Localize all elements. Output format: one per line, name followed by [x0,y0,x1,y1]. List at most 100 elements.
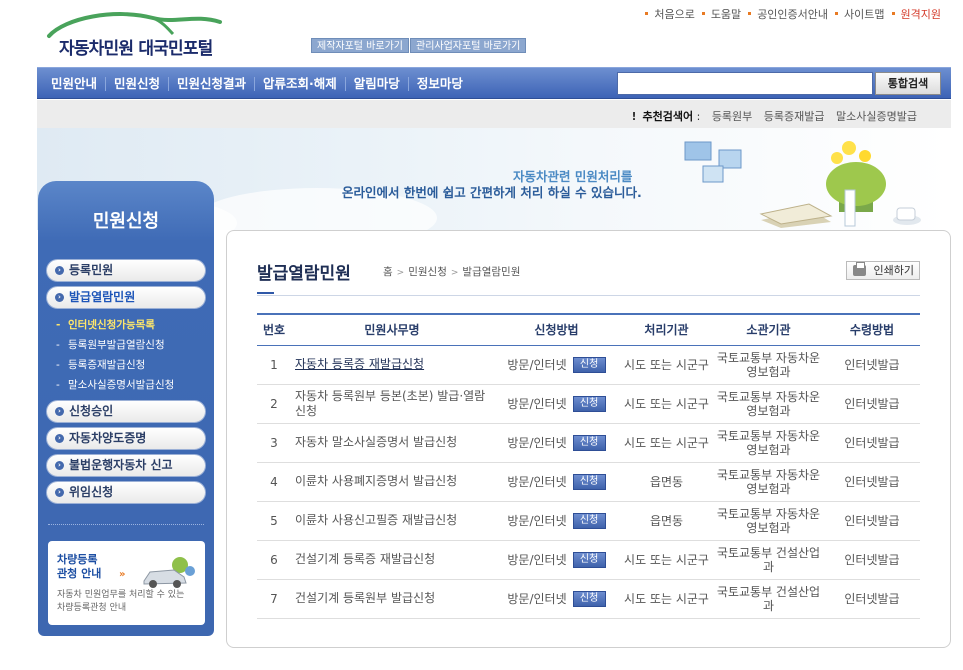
breadcrumb-home[interactable]: 홈 [383,266,393,278]
receipt-method: 인터넷발급 [824,501,920,541]
table-row: 3 자동차 말소사실증명서 발급신청 방문/인터넷 신청 시도 또는 시군구 국토교통부 … [257,423,920,463]
apply-method-cell: 방문/인터넷 신청 [493,423,620,463]
nav-item-guide[interactable]: 민원안내 [43,77,107,91]
responsible-agency: 국토교통부 건설산업과 [713,579,824,619]
chevron-right-icon: > [396,268,405,278]
exclamation-icon: ! [631,110,637,123]
registry-office-promo[interactable]: 차량등록 관청 안내 » 자동차 민원업무를 처리할 수 있는 차량등록관청 안… [48,541,205,625]
apply-method: 방문/인터넷 [507,513,567,528]
receipt-method: 인터넷발급 [824,579,920,619]
search-input[interactable] [617,72,873,95]
service-name: 자동차 등록원부 등본(초본) 발급·열람신청 [291,384,493,424]
site-logo[interactable]: 자동차민원 대국민포털 [45,8,255,59]
responsible-agency: 국토교통부 건설산업과 [713,540,824,580]
sidebar-subitem[interactable]: 말소사실증명서발급신청 [56,375,206,395]
breadcrumb: 홈 > 민원신청 > 발급열람민원 [383,264,520,279]
table-row: 6 건설기계 등록증 재발급신청 방문/인터넷 신청 시도 또는 시군구 국토교통부 건설… [257,540,920,580]
service-name: 이륜차 사용신고필증 재발급신청 [291,501,493,541]
nav-item-apply[interactable]: 민원신청 [106,77,170,91]
recommend-keyword[interactable]: 등록증재발급 [764,110,825,123]
logo-text: 자동차민원 대국민포털 [59,39,213,59]
apply-button[interactable]: 신청 [572,591,606,608]
sidebar-item-label: 위임신청 [69,485,114,499]
apply-method-cell: 방문/인터넷 신청 [493,345,620,385]
sidebar-item-approval[interactable]: › 신청승인 [46,400,206,423]
utility-links: 처음으로 도움말 공인인증서안내 사이트맵 원격지원 [638,6,941,22]
breadcrumb-current: 발급열람민원 [462,266,521,278]
nav-item-notice[interactable]: 알림마당 [346,77,409,91]
apply-button[interactable]: 신청 [572,474,606,491]
util-link-help[interactable]: 도움말 [701,6,741,22]
arrow-bullet-icon: › [55,293,64,302]
apply-button[interactable]: 신청 [572,552,606,569]
recommend-keyword[interactable]: 말소사실증명발급 [836,110,917,123]
apply-method-cell: 방문/인터넷 신청 [493,540,620,580]
responsible-agency: 국토교통부 자동차운영보험과 [713,384,824,424]
util-link-sitemap[interactable]: 사이트맵 [834,6,885,22]
util-link-home[interactable]: 처음으로 [644,6,695,22]
business-portal-link[interactable]: 관리사업자포털 바로가기 [410,38,527,53]
search-button[interactable]: 통합검색 [875,72,941,95]
apply-button[interactable]: 신청 [572,435,606,452]
processing-agency: 읍면동 [620,462,713,502]
sidebar-subitem[interactable]: 등록원부발급열람신청 [56,335,206,355]
table-row: 5 이륜차 사용신고필증 재발급신청 방문/인터넷 신청 읍면동 국토교통부 자동차운영보… [257,501,920,541]
print-button[interactable]: 인쇄하기 [846,261,920,280]
breadcrumb-apply[interactable]: 민원신청 [408,266,447,278]
sidebar-item-registration[interactable]: › 등록민원 [46,259,206,282]
nav-item-info[interactable]: 정보마당 [409,77,471,91]
banner-illustration-icon [684,141,921,228]
apply-method-cell: 방문/인터넷 신청 [493,462,620,502]
chevron-right-icon: > [450,268,459,278]
apply-button[interactable]: 신청 [572,396,606,413]
sidebar-divider [48,524,204,525]
service-name[interactable]: 자동차 등록증 재발급신청 [291,345,493,385]
nav-item-results[interactable]: 민원신청결과 [169,77,256,91]
sidebar-item-label: 발급열람민원 [69,290,136,304]
recommend-label: 추천검색어 [642,110,694,123]
table-row: 1 자동차 등록증 재발급신청 방문/인터넷 신청 시도 또는 시군구 국토교통부 자동차… [257,345,920,385]
recommend-keyword[interactable]: 등록원부 [712,110,752,123]
sidebar-item-label: 등록민원 [69,263,114,277]
receipt-method: 인터넷발급 [824,384,920,424]
util-link-remote-support[interactable]: 원격지원 [891,6,941,22]
print-label: 인쇄하기 [873,264,914,277]
apply-method: 방문/인터넷 [507,435,567,450]
table-row: 4 이륜차 사용폐지증명서 발급신청 방문/인터넷 신청 읍면동 국토교통부 자동차운영보… [257,462,920,502]
main-nav: 민원안내 민원신청 민원신청결과 압류조회·해제 알림마당 정보마당 통합검색 [37,67,951,99]
sidebar-item-label: 신청승인 [69,404,114,418]
processing-agency: 시도 또는 시군구 [620,345,713,385]
row-number: 5 [257,501,291,541]
sidebar-item-label: 불법운행자동차 신고 [69,458,173,472]
apply-method: 방문/인터넷 [507,357,567,372]
column-header: 처리기관 [620,313,713,346]
sidebar-item-delegation[interactable]: › 위임신청 [46,481,206,504]
sidebar-subitem[interactable]: 인터넷신청가능목록 [56,315,206,335]
apply-button[interactable]: 신청 [572,357,606,374]
sidebar: 민원신청 › 등록민원 › 발급열람민원 인터넷신청가능목록 등록원부발급열람신청 … [38,181,214,636]
apply-method: 방문/인터넷 [507,396,567,411]
row-number: 4 [257,462,291,502]
util-link-cert-guide[interactable]: 공인인증서안내 [747,6,828,22]
table-header-row: 번호 민원사무명 신청방법 처리기관 소관기관 수령방법 [257,313,920,346]
row-number: 6 [257,540,291,580]
arrow-bullet-icon: › [55,407,64,416]
sidebar-item-issue-view[interactable]: › 발급열람민원 [46,286,206,309]
apply-method: 방문/인터넷 [507,552,567,567]
nav-item-seizure[interactable]: 압류조회·해제 [255,77,346,91]
promo-title-line1: 차량등록 [57,553,98,566]
apply-button[interactable]: 신청 [572,513,606,530]
service-name: 건설기계 등록증 재발급신청 [291,540,493,580]
maker-portal-link[interactable]: 제작자포털 바로가기 [311,38,409,53]
promo-title-line2: 관청 안내 [57,567,102,580]
banner-line2: 온라인에서 한번에 쉽고 간편하게 처리 하실 수 있습니다. [342,185,642,200]
receipt-method: 인터넷발급 [824,462,920,502]
sidebar-item-illegal-report[interactable]: › 불법운행자동차 신고 [46,454,206,477]
receipt-method: 인터넷발급 [824,423,920,463]
sidebar-item-transfer[interactable]: › 자동차양도증명 [46,427,206,450]
sidebar-subitem[interactable]: 등록증재발급신청 [56,355,206,375]
row-number: 7 [257,579,291,619]
processing-agency: 시도 또는 시군구 [620,423,713,463]
arrow-bullet-icon: › [55,461,64,470]
apply-method-cell: 방문/인터넷 신청 [493,501,620,541]
